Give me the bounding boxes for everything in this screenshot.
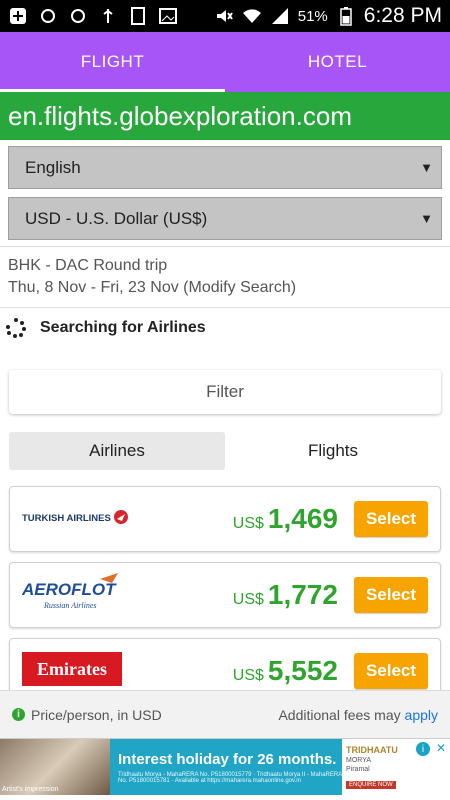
- ad-brand-sub: MORYA: [346, 757, 372, 764]
- ad-partner: Piramal: [346, 766, 370, 773]
- searching-status: Searching for Airlines: [6, 318, 206, 338]
- dropdown-arrow-icon: ▼: [420, 211, 433, 226]
- aeroflot-logo: AEROFLOT Russian Airlines: [21, 572, 126, 618]
- usb-icon: [98, 7, 118, 25]
- info-icon: i: [12, 708, 25, 721]
- price-note: i Price/person, in USD: [12, 707, 162, 723]
- ad-choices-icon[interactable]: i: [416, 742, 430, 756]
- search-summary[interactable]: BHK - DAC Round trip Thu, 8 Nov - Fri, 2…: [0, 246, 450, 308]
- mute-icon: [214, 7, 234, 25]
- select-button[interactable]: Select: [354, 653, 428, 689]
- price: US$ 1,772: [233, 579, 338, 611]
- price-currency: US$: [232, 667, 264, 684]
- dropdown-arrow-icon: ▼: [420, 160, 433, 175]
- turkish-airlines-logo-text: TURKISH AIRLINES: [22, 513, 111, 524]
- close-icon[interactable]: ✕: [436, 741, 446, 755]
- aeroflot-logo-text: AEROFLOT: [22, 580, 117, 599]
- airline-result-card[interactable]: TURKISH AIRLINES US$ 1,469 Select: [9, 486, 441, 552]
- signal-icon: [270, 7, 290, 25]
- price: US$ 1,469: [233, 503, 338, 535]
- fees-note: Additional fees may apply: [278, 707, 438, 723]
- tab-bar: FLIGHT HOTEL: [0, 32, 450, 92]
- status-bar: 51% 6:28 PM: [0, 0, 450, 32]
- ad-image: Artist's impression: [0, 739, 110, 795]
- plus-notification-icon: [8, 7, 28, 25]
- airline-result-card[interactable]: AEROFLOT Russian Airlines US$ 1,772 Sele…: [9, 562, 441, 628]
- ad-brand: TRIDHAATU: [346, 745, 398, 755]
- price-amount: 5,552: [267, 655, 338, 686]
- preferences-selects: English ▼ USD - U.S. Dollar (US$) ▼: [8, 146, 442, 248]
- currency-select[interactable]: USD - U.S. Dollar (US$) ▼: [8, 197, 442, 240]
- battery-percent: 51%: [297, 7, 328, 25]
- price-note-text: Price/person, in USD: [31, 706, 162, 723]
- price-currency: US$: [232, 515, 264, 532]
- ad-enquire-button[interactable]: ENQUIRE NOW: [346, 781, 396, 789]
- clock: 6:28 PM: [363, 4, 442, 27]
- tab-flight[interactable]: FLIGHT: [0, 32, 225, 92]
- image-icon: [158, 7, 178, 25]
- fees-apply-link[interactable]: apply: [405, 707, 438, 723]
- price-amount: 1,469: [267, 503, 338, 534]
- battery-icon: [336, 7, 356, 26]
- flights-view-button[interactable]: Flights: [225, 432, 441, 470]
- ad-headline: Interest holiday for 26 months.: [118, 750, 337, 768]
- price-footer: i Price/person, in USD Additional fees m…: [0, 690, 450, 738]
- results-view-toggle: Airlines Flights: [9, 432, 441, 470]
- sync-icon: [38, 7, 58, 25]
- select-button[interactable]: Select: [354, 501, 428, 537]
- ad-banner[interactable]: Artist's impression Interest holiday for…: [0, 738, 450, 795]
- language-select-value: English: [25, 157, 81, 177]
- ad-image-credit: Artist's impression: [2, 786, 59, 793]
- select-button[interactable]: Select: [354, 577, 428, 613]
- price-amount: 1,772: [267, 579, 338, 610]
- emirates-logo: Emirates: [22, 651, 122, 691]
- language-select[interactable]: English ▼: [8, 146, 442, 189]
- wifi-icon: [242, 7, 262, 25]
- airline-results-list: TURKISH AIRLINES US$ 1,469 Select AEROFL…: [9, 486, 441, 714]
- sync-icon: [68, 7, 88, 25]
- sim-icon: [128, 7, 148, 25]
- dates-modify-search-link[interactable]: Thu, 8 Nov - Fri, 23 Nov (Modify Search): [8, 277, 442, 299]
- searching-label: Searching for Airlines: [40, 319, 206, 336]
- ad-brand-panel: TRIDHAATU MORYA Piramal ENQUIRE NOW i ✕: [342, 739, 450, 794]
- emirates-logo-text: Emirates: [37, 659, 107, 679]
- currency-select-value: USD - U.S. Dollar (US$): [25, 208, 208, 228]
- tab-hotel[interactable]: HOTEL: [225, 32, 450, 92]
- loading-spinner-icon: [6, 318, 26, 338]
- price: US$ 5,552: [233, 655, 338, 687]
- turkish-airlines-logo: TURKISH AIRLINES: [22, 506, 132, 533]
- aeroflot-logo-subtitle: Russian Airlines: [43, 601, 97, 610]
- price-currency: US$: [232, 591, 264, 608]
- site-domain-banner: en.flights.globexploration.com: [0, 92, 450, 140]
- filter-button[interactable]: Filter: [9, 370, 441, 414]
- route-text: BHK - DAC Round trip: [8, 257, 168, 274]
- ad-fine-print: Tridhaatu Morya - MahaRERA No. P51800015…: [118, 771, 342, 784]
- airlines-view-button[interactable]: Airlines: [9, 432, 225, 470]
- fees-text: Additional fees may: [278, 706, 401, 723]
- ad-message: Interest holiday for 26 months. Tridhaat…: [110, 739, 342, 795]
